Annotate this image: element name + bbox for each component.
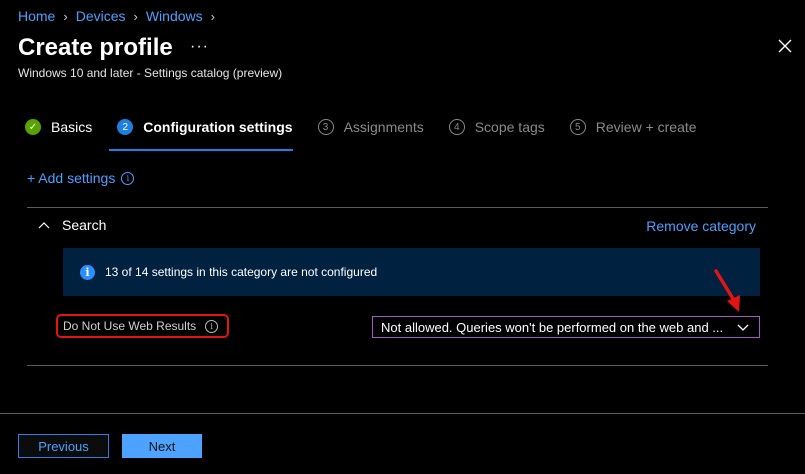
step-review-create[interactable]: 5 Review + create	[569, 116, 697, 138]
breadcrumb-windows[interactable]: Windows	[146, 8, 203, 24]
step-number: 4	[448, 119, 465, 135]
step-label: Basics	[51, 119, 93, 135]
chevron-right-icon: ›	[63, 8, 68, 24]
add-settings-label: + Add settings	[27, 170, 116, 186]
wizard-steps: ✓ Basics 2 Configuration settings 3 Assi…	[25, 116, 722, 151]
annotation-arrow-icon	[714, 269, 740, 312]
close-icon[interactable]	[777, 38, 793, 54]
step-number: 3	[317, 119, 334, 135]
add-settings-link[interactable]: + Add settings i	[27, 170, 135, 186]
breadcrumb: Home › Devices › Windows ›	[18, 8, 223, 24]
dropdown-selected-value: Not allowed. Queries won't be performed …	[381, 319, 724, 335]
breadcrumb-devices[interactable]: Devices	[76, 8, 126, 24]
category-name: Search	[62, 217, 107, 233]
breadcrumb-home[interactable]: Home	[18, 8, 55, 24]
page-title: Create profile	[18, 34, 173, 61]
chevron-right-icon: ›	[133, 8, 138, 24]
info-banner: i 13 of 14 settings in this category are…	[63, 248, 760, 296]
info-icon[interactable]: i	[205, 319, 219, 333]
remove-category-link[interactable]: Remove category	[646, 218, 756, 234]
setting-label-do-not-use-web-results: Do Not Use Web Results i	[56, 314, 229, 338]
banner-text: 13 of 14 settings in this category are n…	[105, 265, 378, 279]
step-label: Configuration settings	[143, 119, 293, 135]
divider	[27, 207, 768, 208]
step-assignments[interactable]: 3 Assignments	[317, 116, 424, 138]
step-label: Assignments	[343, 119, 424, 135]
step-number: 5	[569, 119, 586, 135]
chevron-down-icon[interactable]	[736, 320, 750, 334]
info-icon[interactable]: i	[121, 171, 135, 185]
page-subtitle: Windows 10 and later - Settings catalog …	[18, 66, 283, 80]
next-button[interactable]: Next	[122, 434, 202, 458]
checkmark-icon: ✓	[25, 119, 41, 135]
info-icon: i	[80, 264, 95, 280]
category-header[interactable]: Search	[38, 217, 106, 233]
divider	[27, 365, 768, 366]
footer-divider	[0, 413, 805, 414]
step-label: Scope tags	[474, 119, 545, 135]
setting-label-text: Do Not Use Web Results	[63, 319, 197, 333]
step-number: 2	[117, 119, 134, 135]
step-basics[interactable]: ✓ Basics	[25, 116, 92, 138]
previous-button[interactable]: Previous	[18, 434, 109, 458]
chevron-right-icon: ›	[210, 8, 215, 24]
setting-value-dropdown[interactable]: Not allowed. Queries won't be performed …	[372, 316, 760, 338]
step-label: Review + create	[595, 119, 697, 135]
step-configuration-settings[interactable]: 2 Configuration settings	[109, 116, 293, 151]
chevron-up-icon[interactable]	[38, 221, 50, 229]
step-scope-tags[interactable]: 4 Scope tags	[448, 116, 545, 138]
more-options-button[interactable]: ···	[190, 38, 209, 56]
